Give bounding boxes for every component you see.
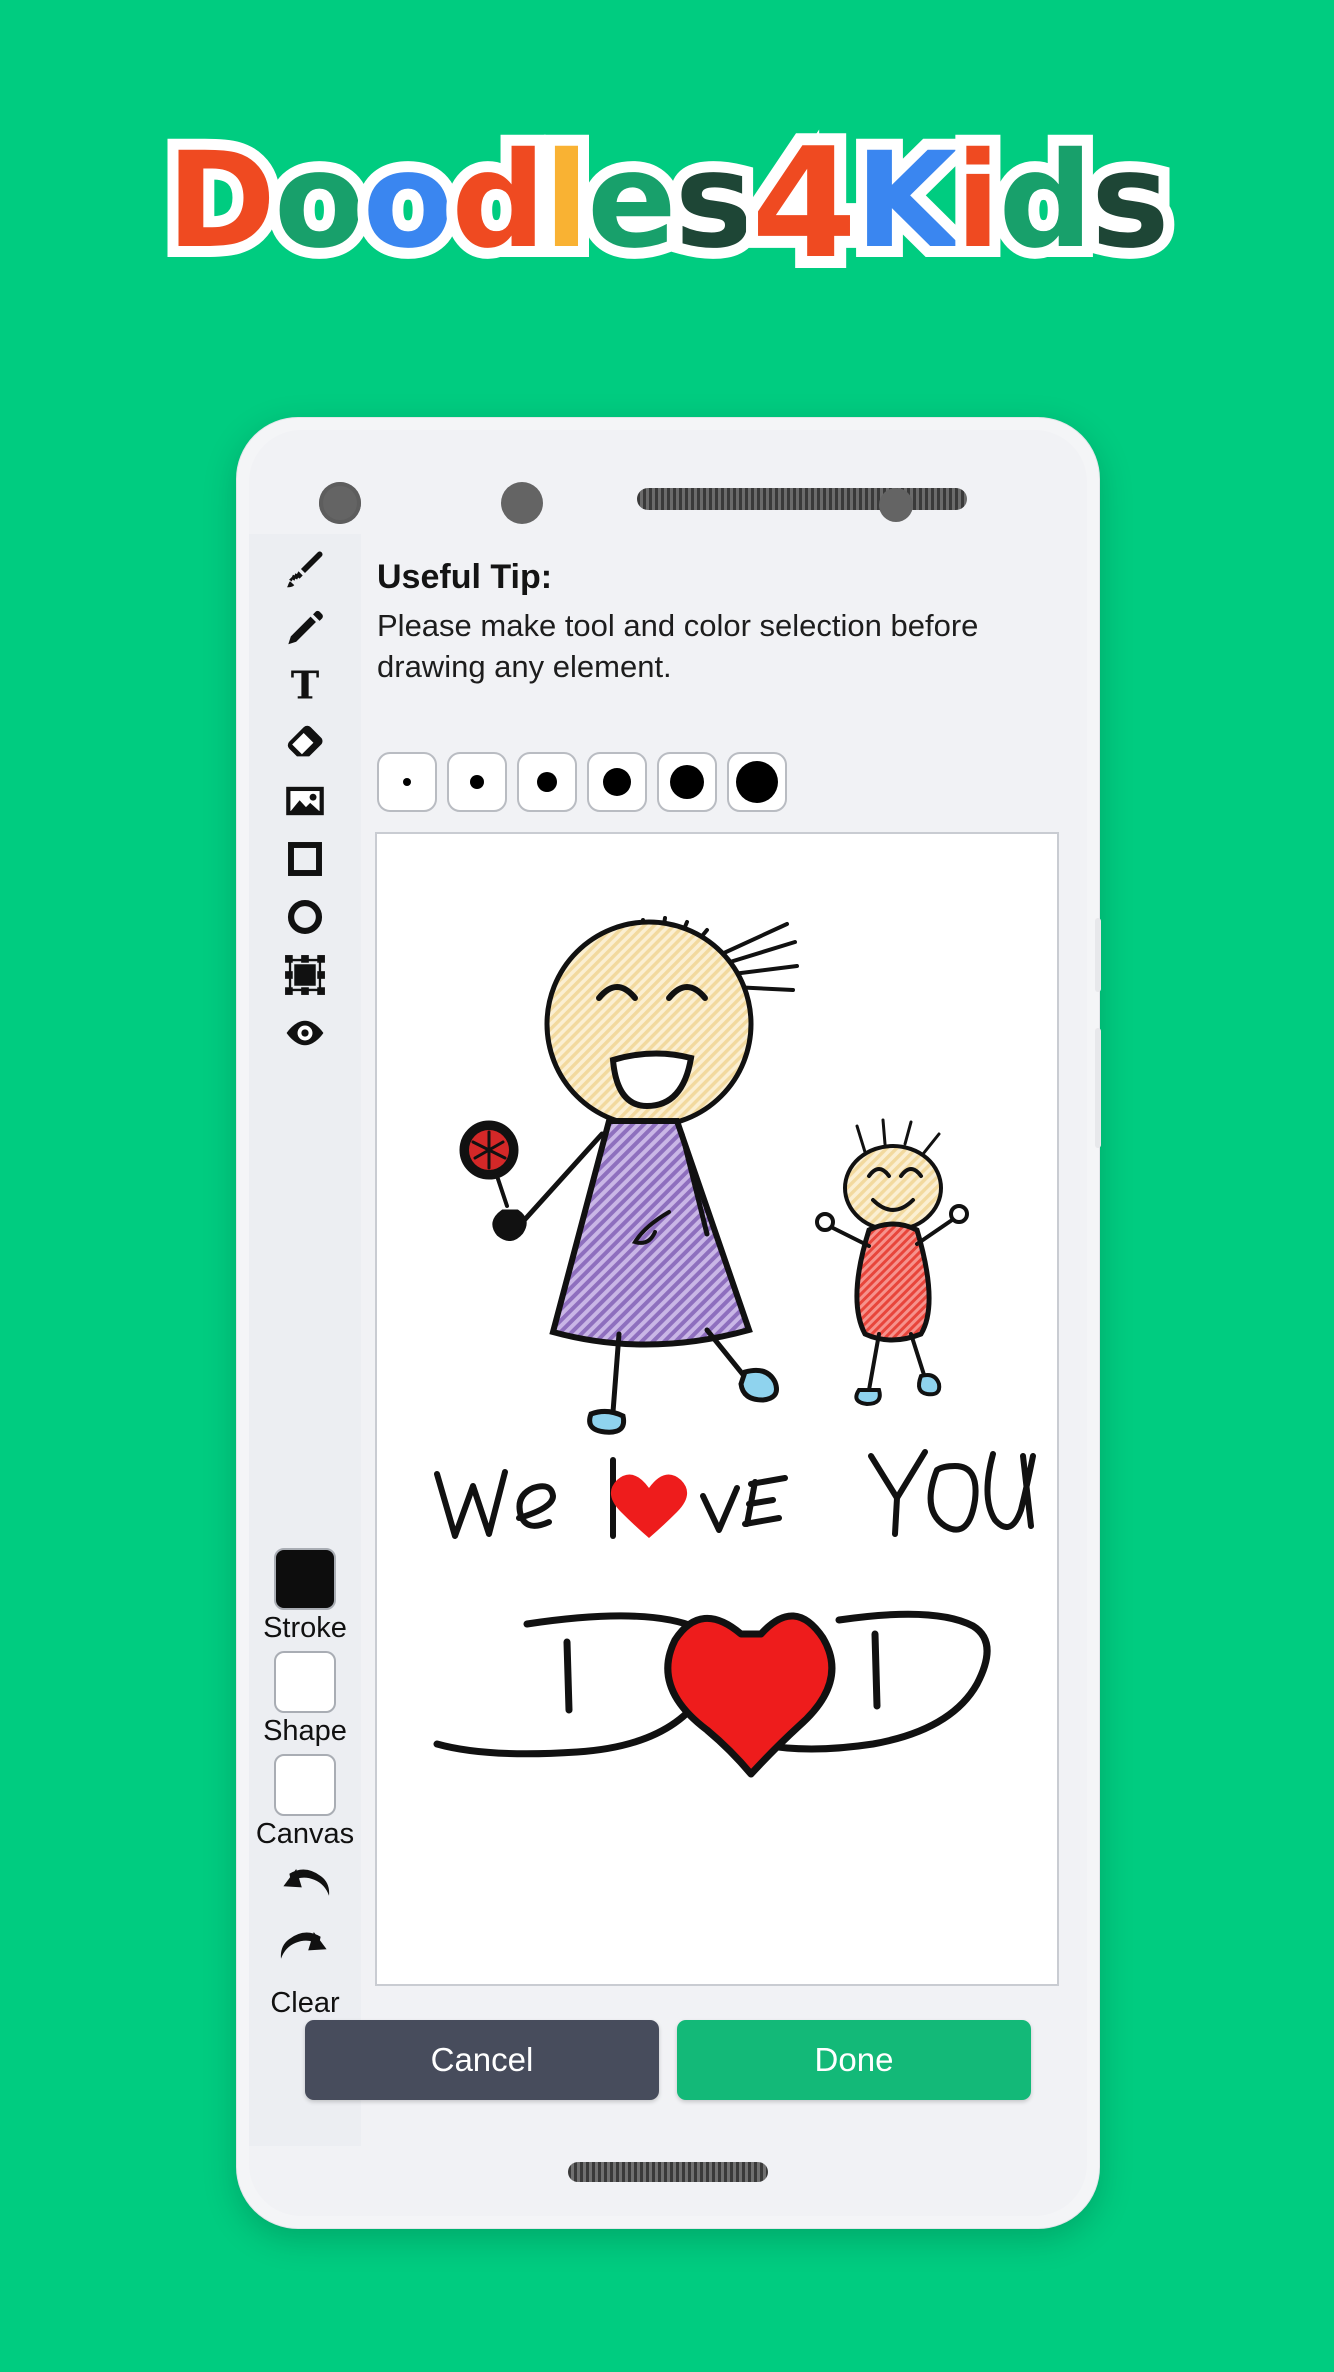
- logo-letter-4: l: [533, 124, 600, 278]
- logo-letter-0: D: [155, 124, 286, 278]
- stroke-size-5[interactable]: [657, 752, 717, 812]
- shape-color-swatch[interactable]: [274, 1651, 336, 1713]
- phone-mockup: T Useful Tip: Please make tool and color…: [236, 417, 1101, 2229]
- logo-letter-2: o: [352, 124, 465, 278]
- canvas-artwork: [433, 916, 1036, 1778]
- logo-letter-11: s: [1080, 124, 1180, 278]
- stroke-color-label: Stroke: [263, 1612, 347, 1644]
- stroke-size-6[interactable]: [727, 752, 787, 812]
- tip-body: Please make tool and color selection bef…: [377, 607, 979, 684]
- tip-title: Useful Tip:: [377, 558, 553, 596]
- proximity-sensor-icon: [501, 482, 543, 524]
- power-button[interactable]: [1095, 918, 1101, 992]
- cancel-button[interactable]: Cancel: [305, 2020, 659, 2100]
- stroke-size-dot: [470, 775, 484, 789]
- logo-letter-7: 4: [739, 115, 869, 292]
- tool-image[interactable]: [249, 772, 361, 830]
- useful-tip-block: Useful Tip: Please make tool and color s…: [377, 556, 1045, 687]
- app-logo: Doodles4Kids: [0, 116, 1334, 292]
- drawing-canvas[interactable]: [375, 832, 1059, 1986]
- light-sensor-icon: [879, 488, 913, 522]
- tool-brush[interactable]: [249, 540, 361, 598]
- tool-text[interactable]: T: [249, 656, 361, 714]
- tool-pencil[interactable]: [249, 598, 361, 656]
- stroke-size-dot: [603, 768, 631, 796]
- done-button[interactable]: Done: [677, 2020, 1031, 2100]
- image-icon: [282, 778, 328, 824]
- action-bar: Cancel Done: [249, 2020, 1087, 2100]
- shape-color-label: Shape: [263, 1715, 347, 1747]
- brush-icon: [282, 546, 328, 592]
- eye-icon: [282, 1010, 328, 1056]
- tool-preview[interactable]: [249, 1004, 361, 1062]
- logo-letter-3: d: [440, 124, 556, 278]
- heart-glyph-small: [610, 1474, 688, 1538]
- redo-icon: [277, 1928, 333, 1977]
- logo-letter-9: i: [944, 124, 1011, 278]
- stroke-size-dot: [403, 778, 411, 786]
- logo-letter-8: K: [844, 124, 968, 278]
- stroke-size-dot: [736, 761, 778, 803]
- clear-button[interactable]: Clear: [249, 1987, 361, 2020]
- canvas-color-label: Canvas: [255, 1818, 355, 1850]
- phone-inner-body: T Useful Tip: Please make tool and color…: [249, 430, 1087, 2216]
- phone-sensor-row: [249, 474, 1087, 534]
- canvas-color-swatch[interactable]: [274, 1754, 336, 1816]
- canvas-scrollbar[interactable]: [1058, 834, 1059, 1064]
- logo-letter-5: e: [576, 124, 687, 278]
- earpiece-speaker-icon: [637, 488, 967, 510]
- undo-icon: [277, 1865, 333, 1914]
- stroke-size-2[interactable]: [447, 752, 507, 812]
- stroke-size-dot: [670, 765, 704, 799]
- palette-controls: Stroke Shape Canvas Clear: [249, 1548, 361, 2020]
- stroke-size-4[interactable]: [587, 752, 647, 812]
- bottom-speaker-icon: [568, 2162, 768, 2182]
- tool-transform[interactable]: [249, 946, 361, 1004]
- logo-letter-1: o: [263, 124, 376, 278]
- stroke-size-3[interactable]: [517, 752, 577, 812]
- redo-button[interactable]: [249, 1928, 361, 1977]
- logo-letter-10: d: [988, 124, 1104, 278]
- rectangle-icon: [284, 838, 326, 880]
- text-icon: T: [282, 662, 328, 708]
- tool-eraser[interactable]: [249, 714, 361, 772]
- stroke-size-selector: [377, 752, 787, 812]
- stroke-size-dot: [537, 772, 557, 792]
- stroke-color-control[interactable]: Stroke: [249, 1548, 361, 1645]
- canvas-color-control[interactable]: Canvas: [249, 1754, 361, 1851]
- shape-color-control[interactable]: Shape: [249, 1651, 361, 1748]
- undo-button[interactable]: [249, 1865, 361, 1914]
- circle-icon: [283, 895, 327, 939]
- front-camera-icon: [319, 482, 361, 524]
- svg-text:T: T: [291, 663, 320, 708]
- transform-icon: [282, 952, 328, 998]
- volume-button[interactable]: [1095, 1028, 1101, 1148]
- eraser-icon: [282, 720, 328, 766]
- app-screen: T Useful Tip: Please make tool and color…: [249, 534, 1087, 2146]
- tool-rectangle[interactable]: [249, 830, 361, 888]
- stroke-color-swatch[interactable]: [274, 1548, 336, 1610]
- logo-letter-6: s: [664, 124, 764, 278]
- pencil-icon: [282, 604, 328, 650]
- tool-circle[interactable]: [249, 888, 361, 946]
- stroke-size-1[interactable]: [377, 752, 437, 812]
